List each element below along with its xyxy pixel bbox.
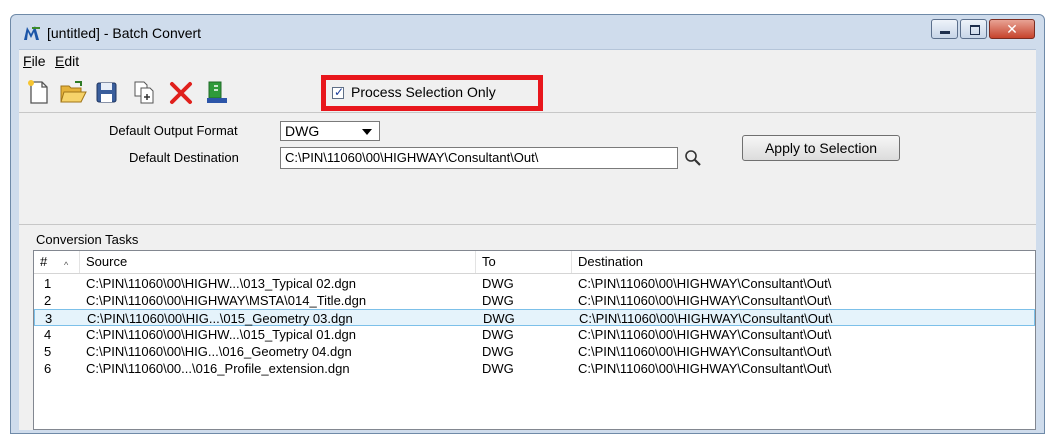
cell-destination: C:\PIN\11060\00\HIGHWAY\Consultant\Out\ (578, 344, 832, 359)
table-row[interactable]: 3 C:\PIN\11060\00\HIG...\015_Geometry 03.… (34, 309, 1035, 326)
close-icon: ✕ (1006, 21, 1018, 37)
cell-source: C:\PIN\11060\00\HIGHWAY\MSTA\014_Title.d… (86, 293, 367, 308)
cell-destination: C:\PIN\11060\00\HIGHWAY\Consultant\Out\ (578, 361, 832, 376)
cell-destination: C:\PIN\11060\00\HIGHWAY\Consultant\Out\ (579, 311, 833, 326)
table-row[interactable]: 5 C:\PIN\11060\00\HIG...\016_Geometry 04.… (34, 343, 1035, 360)
settings-panel: Default Output Format DWG Default Destin… (19, 112, 1036, 169)
destination-value: C:\PIN\11060\00\HIGHWAY\Consultant\Out\ (285, 150, 539, 165)
cell-num: 2 (44, 293, 52, 308)
sort-ascending-icon: ^ (64, 260, 69, 270)
cell-num: 3 (45, 311, 53, 326)
output-format-select[interactable]: DWG (280, 121, 380, 141)
maximize-button[interactable] (960, 19, 987, 39)
column-header-num[interactable]: # ^ (34, 251, 80, 273)
column-header-to[interactable]: To (476, 251, 572, 273)
minimize-icon (940, 31, 950, 34)
menu-file[interactable]: File (23, 53, 46, 69)
cell-source: C:\PIN\11060\00\HIGHW...\013_Typical 02.… (86, 276, 357, 291)
divider (19, 224, 1036, 225)
microstation-icon (24, 26, 40, 40)
chevron-down-icon (362, 129, 372, 135)
delete-icon[interactable] (167, 78, 195, 106)
destination-label: Default Destination (129, 150, 239, 165)
batch-convert-window: [untitled] - Batch Convert ✕ File Edit ✓… (10, 14, 1045, 434)
conversion-tasks-list[interactable]: # ^ Source To Destination 1 C:\PIN\11060\… (33, 250, 1036, 430)
maximize-icon (970, 25, 980, 35)
menu-bar: File Edit (19, 50, 1036, 72)
cell-to: DWG (483, 311, 515, 326)
column-header-source[interactable]: Source (80, 251, 476, 273)
apply-to-selection-button[interactable]: Apply to Selection (742, 135, 900, 161)
cell-to: DWG (482, 327, 514, 342)
cell-to: DWG (482, 276, 514, 291)
save-icon[interactable] (93, 78, 121, 106)
cell-to: DWG (482, 344, 514, 359)
cell-source: C:\PIN\11060\00...\016_Profile_extension… (86, 361, 350, 376)
menu-edit[interactable]: Edit (55, 53, 79, 69)
cell-source: C:\PIN\11060\00\HIG...\016_Geometry 04.d… (86, 344, 352, 359)
search-icon[interactable] (684, 149, 702, 167)
column-header-destination[interactable]: Destination (572, 251, 1035, 273)
table-row[interactable]: 6 C:\PIN\11060\00...\016_Profile_extensio… (34, 360, 1035, 377)
window-title: [untitled] - Batch Convert (47, 25, 202, 41)
cell-num: 1 (44, 276, 52, 291)
cell-source: C:\PIN\11060\00\HIGHW...\015_Typical 01.… (86, 327, 357, 342)
output-format-label: Default Output Format (109, 123, 238, 138)
checkmark-icon: ✓ (334, 85, 345, 99)
cell-destination: C:\PIN\11060\00\HIGHWAY\Consultant\Out\ (578, 276, 832, 291)
title-bar[interactable]: [untitled] - Batch Convert ✕ (11, 15, 1044, 49)
cell-source: C:\PIN\11060\00\HIG...\015_Geometry 03.d… (87, 311, 353, 326)
cell-destination: C:\PIN\11060\00\HIGHWAY\Consultant\Out\ (578, 293, 832, 308)
destination-input[interactable]: C:\PIN\11060\00\HIGHWAY\Consultant\Out\ (280, 147, 678, 169)
list-header: # ^ Source To Destination (34, 251, 1035, 274)
cell-to: DWG (482, 293, 514, 308)
cell-num: 4 (44, 327, 52, 342)
cell-num: 6 (44, 361, 52, 376)
process-icon[interactable] (203, 78, 231, 106)
minimize-button[interactable] (931, 19, 958, 39)
cell-destination: C:\PIN\11060\00\HIGHWAY\Consultant\Out\ (578, 327, 832, 342)
table-row[interactable]: 1 C:\PIN\11060\00\HIGHW...\013_Typical 02… (34, 275, 1035, 292)
cell-to: DWG (482, 361, 514, 376)
add-files-icon[interactable] (131, 78, 159, 106)
table-row[interactable]: 2 C:\PIN\11060\00\HIGHWAY\MSTA\014_Title.… (34, 292, 1035, 309)
conversion-tasks-label: Conversion Tasks (36, 232, 139, 247)
output-format-value: DWG (285, 123, 320, 139)
process-selection-only-checkbox[interactable]: ✓ (332, 85, 345, 99)
toolbar: ✓ Process Selection Only (19, 72, 1036, 112)
process-selection-only-label[interactable]: Process Selection Only (351, 84, 496, 100)
close-button[interactable]: ✕ (989, 19, 1035, 39)
window-client-area: File Edit ✓ Process Selection Only Defau… (19, 49, 1036, 430)
open-folder-icon[interactable] (59, 78, 87, 106)
new-file-icon[interactable] (25, 78, 53, 106)
table-row[interactable]: 4 C:\PIN\11060\00\HIGHW...\015_Typical 01… (34, 326, 1035, 343)
cell-num: 5 (44, 344, 52, 359)
